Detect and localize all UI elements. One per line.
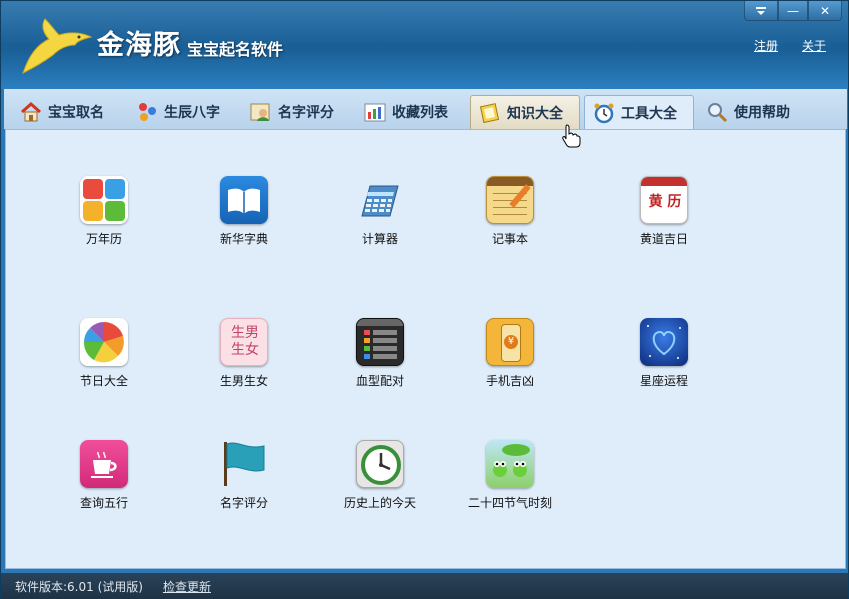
- tab-baby-naming[interactable]: 宝宝取名: [12, 95, 112, 129]
- tab-favorites[interactable]: 收藏列表: [356, 95, 456, 129]
- close-button[interactable]: ✕: [808, 1, 842, 21]
- chart-icon: [364, 103, 386, 122]
- dolphin-logo: [22, 18, 93, 74]
- tool-phone-fortune[interactable]: ¥ 手机吉凶: [450, 318, 570, 389]
- book-glyph: [228, 188, 260, 214]
- tool-history-today[interactable]: 历史上的今天: [320, 440, 440, 511]
- bars-icon: [356, 318, 404, 366]
- tab-name-score[interactable]: 名字评分: [242, 95, 342, 129]
- tool-label: 万年历: [85, 232, 122, 246]
- calculator-icon: [356, 176, 404, 224]
- flag-icon: [220, 440, 268, 488]
- tool-label: 二十四节气时刻: [467, 496, 552, 510]
- app-window: 金海豚 宝宝起名软件 — ✕ 注册 关于 宝宝取名 生辰八字 名字评分 收藏列表…: [0, 0, 849, 599]
- cup-glyph: [91, 451, 117, 478]
- tab-label: 生辰八字: [164, 105, 220, 121]
- tool-label: 生男生女: [219, 374, 268, 388]
- calendar-tiles-icon: [80, 176, 128, 224]
- tool-notepad[interactable]: 记事本: [450, 176, 570, 247]
- tools-panel: 万年历 新华字典 计算器 记事本 黄 历 黄道吉日 节日大全 生男生女 生男生女…: [5, 129, 846, 569]
- app-title: 金海豚: [97, 30, 181, 61]
- almanac-text: 黄 历: [648, 194, 682, 210]
- tool-horoscope[interactable]: 星座运程: [604, 318, 724, 389]
- menu-dropdown-icon: [756, 6, 766, 15]
- tool-label: 计算器: [361, 232, 398, 246]
- tool-label: 历史上的今天: [343, 496, 416, 510]
- almanac-icon: 黄 历: [640, 176, 688, 224]
- yuan-glyph: ¥: [504, 335, 518, 349]
- tab-label: 知识大全: [507, 105, 563, 122]
- tool-label: 手机吉凶: [485, 374, 534, 388]
- title-bar: 金海豚 宝宝起名软件 — ✕ 注册 关于: [1, 1, 848, 89]
- frogs-icon: [486, 440, 534, 488]
- person-icon: [250, 103, 270, 121]
- cup-icon: [80, 440, 128, 488]
- tab-label: 收藏列表: [392, 105, 448, 121]
- tool-name-score[interactable]: 名字评分: [184, 440, 304, 511]
- tool-label: 名字评分: [219, 496, 268, 510]
- tool-label: 查询五行: [79, 496, 128, 510]
- version-text: 软件版本:6.01 (试用版): [15, 579, 143, 594]
- tab-label: 宝宝取名: [48, 105, 104, 121]
- stars-heart-icon: [640, 318, 688, 366]
- magnifier-icon: [708, 103, 728, 123]
- tool-auspicious-day[interactable]: 黄 历 黄道吉日: [604, 176, 724, 247]
- clock-icon: [356, 440, 404, 488]
- open-book-icon: [220, 176, 268, 224]
- tab-label: 工具大全: [621, 105, 677, 122]
- color-wheel-icon: [80, 318, 128, 366]
- tool-label: 节日大全: [79, 374, 128, 388]
- clock-glyph: [361, 445, 401, 485]
- frogs-glyph: [493, 444, 530, 477]
- phone-icon: ¥: [486, 318, 534, 366]
- notepad-icon: [486, 176, 534, 224]
- minimize-icon: —: [787, 3, 799, 18]
- book-icon: [479, 102, 500, 123]
- alarm-clock-icon: [594, 103, 614, 123]
- close-icon: ✕: [819, 3, 831, 18]
- minimize-button[interactable]: —: [778, 1, 808, 21]
- tool-xinhua-dictionary[interactable]: 新华字典: [184, 176, 304, 247]
- app-subtitle: 宝宝起名软件: [187, 40, 284, 59]
- gender-icon: 生男生女: [220, 318, 268, 366]
- tab-bar: 宝宝取名 生辰八字 名字评分 收藏列表 知识大全 工具大全 使用帮助: [4, 89, 847, 129]
- tool-festivals[interactable]: 节日大全: [44, 318, 164, 389]
- check-update-link[interactable]: 检查更新: [163, 578, 211, 595]
- tab-label: 使用帮助: [734, 105, 790, 121]
- register-link[interactable]: 注册: [754, 37, 778, 54]
- color-wheel-glyph: [83, 322, 124, 363]
- tool-gender-prediction[interactable]: 生男生女 生男生女: [184, 318, 304, 389]
- tool-blood-type-match[interactable]: 血型配对: [320, 318, 440, 389]
- tool-label: 血型配对: [355, 374, 404, 388]
- tab-help[interactable]: 使用帮助: [698, 95, 798, 129]
- tool-solar-terms[interactable]: 二十四节气时刻: [450, 440, 570, 511]
- tool-label: 新华字典: [219, 232, 268, 246]
- gender-text: 生男生女: [231, 325, 259, 358]
- flag-glyph: [224, 442, 265, 486]
- tab-tools[interactable]: 工具大全: [584, 95, 694, 129]
- molecule-icon: [139, 103, 156, 121]
- top-links: 注册 关于: [754, 37, 826, 54]
- tool-calculator[interactable]: 计算器: [320, 176, 440, 247]
- tab-birth-eight-chars[interactable]: 生辰八字: [128, 95, 228, 129]
- tool-label: 记事本: [491, 232, 528, 246]
- tool-perpetual-calendar[interactable]: 万年历: [44, 176, 164, 247]
- status-bar: 软件版本:6.01 (试用版) 检查更新: [1, 573, 848, 599]
- about-link[interactable]: 关于: [802, 37, 826, 54]
- house-icon: [21, 101, 41, 122]
- window-controls: — ✕: [744, 1, 842, 21]
- calculator-glyph: [361, 185, 399, 217]
- heart-glyph: [647, 325, 681, 359]
- tab-label: 名字评分: [278, 105, 334, 121]
- tool-five-elements[interactable]: 查询五行: [44, 440, 164, 511]
- menu-dropdown-button[interactable]: [744, 1, 778, 21]
- tool-label: 星座运程: [639, 374, 688, 388]
- mouse-pointer-icon: [562, 124, 581, 148]
- tool-label: 黄道吉日: [639, 232, 688, 246]
